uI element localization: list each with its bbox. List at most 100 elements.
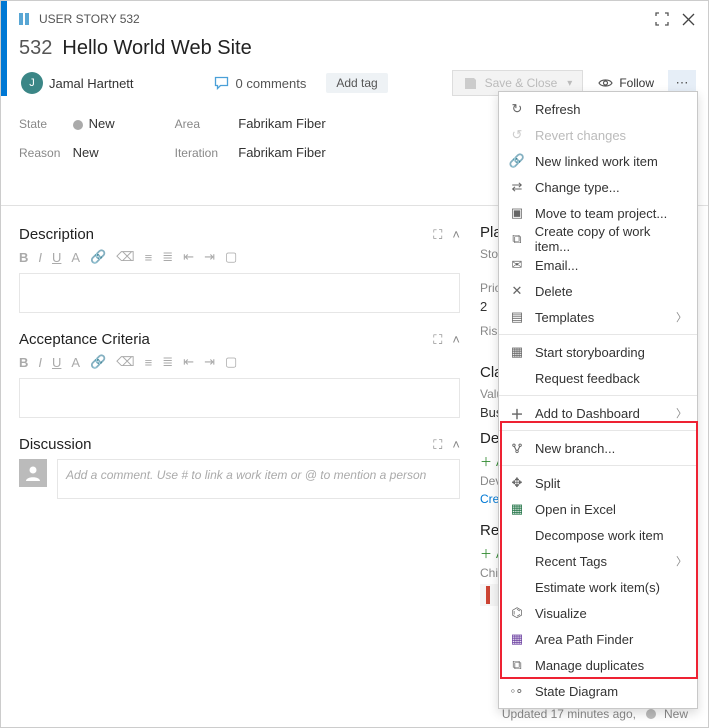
font-icon[interactable]: A — [71, 355, 80, 370]
actions-menu: ↻Refresh ↺Revert changes 🔗New linked wor… — [498, 91, 698, 709]
reason-value[interactable]: New — [73, 145, 99, 160]
state-dot-icon — [646, 709, 656, 719]
add-tag-button[interactable]: Add tag — [326, 73, 387, 93]
chevron-right-icon: 〉 — [676, 405, 687, 421]
user-story-icon — [17, 11, 33, 27]
menu-separator — [499, 430, 697, 431]
assignee[interactable]: J Jamal Hartnett — [21, 72, 134, 94]
menu-create-copy[interactable]: ⧉Create copy of work item... — [499, 226, 697, 252]
image-icon[interactable]: ▢ — [225, 354, 237, 370]
comments-count[interactable]: 0 comments — [214, 75, 307, 91]
branch-icon: 🜉 — [509, 435, 525, 461]
ellipsis-icon: ⋯ — [676, 75, 689, 91]
outdent-icon[interactable]: ⇤ — [183, 354, 194, 370]
link-icon[interactable]: 🔗 — [90, 249, 106, 265]
state-value[interactable]: New — [89, 116, 115, 131]
discussion-input[interactable]: Add a comment. Use # to link a work item… — [57, 459, 460, 499]
number-icon[interactable]: ≣ — [162, 249, 173, 265]
menu-state-diagram[interactable]: ◦∘State Diagram — [499, 678, 697, 704]
avatar-icon: J — [21, 72, 43, 94]
menu-delete[interactable]: ✕Delete — [499, 278, 697, 304]
menu-new-branch[interactable]: 🜉New branch... — [499, 435, 697, 461]
indent-icon[interactable]: ⇥ — [204, 354, 215, 370]
description-heading: Description — [19, 226, 94, 243]
save-icon — [463, 75, 479, 91]
menu-recent-tags[interactable]: Recent Tags〉 — [499, 548, 697, 574]
menu-email[interactable]: ✉Email... — [499, 252, 697, 278]
close-icon[interactable] — [680, 11, 696, 27]
bullet-icon[interactable]: ≡ — [145, 250, 153, 265]
expand-icon[interactable]: ⛶ — [433, 332, 442, 348]
delete-icon: ✕ — [509, 283, 525, 299]
bold-icon[interactable]: B — [19, 355, 28, 370]
state-dot-icon — [73, 120, 83, 130]
eye-icon — [597, 75, 613, 91]
number-icon[interactable]: ≣ — [162, 354, 173, 370]
area-value[interactable]: Fabrikam Fiber — [238, 116, 325, 131]
footer-status: New — [664, 707, 688, 721]
menu-separator — [499, 465, 697, 466]
fullscreen-icon[interactable] — [654, 11, 670, 27]
work-item-type-label: USER STORY 532 — [39, 12, 140, 26]
underline-icon[interactable]: U — [52, 250, 61, 265]
link-icon: 🔗 — [509, 153, 525, 169]
clear-icon[interactable]: ⌫ — [116, 354, 134, 370]
excel-icon: ▦ — [509, 501, 525, 517]
menu-area-path[interactable]: ▦Area Path Finder — [499, 626, 697, 652]
menu-move-team[interactable]: ▣Move to team project... — [499, 200, 697, 226]
plus-icon: ＋ — [509, 404, 525, 423]
menu-open-excel[interactable]: ▦Open in Excel — [499, 496, 697, 522]
diagram-icon: ◦∘ — [509, 683, 525, 699]
menu-visualize[interactable]: ⌬Visualize — [499, 600, 697, 626]
assignee-name: Jamal Hartnett — [49, 76, 134, 91]
chevron-right-icon: 〉 — [676, 553, 687, 569]
description-toolbar: B I U A 🔗 ⌫ ≡ ≣ ⇤ ⇥ ▢ — [19, 249, 460, 265]
image-icon[interactable]: ▢ — [225, 249, 237, 265]
link-icon[interactable]: 🔗 — [90, 354, 106, 370]
italic-icon[interactable]: I — [38, 355, 42, 370]
save-close-label: Save & Close — [485, 76, 558, 90]
menu-estimate[interactable]: Estimate work item(s) — [499, 574, 697, 600]
menu-refresh[interactable]: ↻Refresh — [499, 96, 697, 122]
chevron-up-icon[interactable]: ˄ — [452, 227, 460, 243]
expand-icon[interactable]: ⛶ — [433, 227, 442, 243]
iteration-value[interactable]: Fabrikam Fiber — [238, 145, 325, 160]
work-item-title[interactable]: Hello World Web Site — [62, 37, 251, 60]
menu-revert[interactable]: ↺Revert changes — [499, 122, 697, 148]
expand-icon[interactable]: ⛶ — [433, 437, 442, 453]
underline-icon[interactable]: U — [52, 355, 61, 370]
indent-icon[interactable]: ⇥ — [204, 249, 215, 265]
copy-icon: ⧉ — [509, 231, 525, 247]
description-input[interactable] — [19, 273, 460, 313]
menu-manage-duplicates[interactable]: ⧉Manage duplicates — [499, 652, 697, 678]
updated-label: Updated 17 minutes ago, — [502, 707, 636, 721]
acceptance-heading: Acceptance Criteria — [19, 331, 150, 348]
state-label: State — [19, 117, 69, 131]
email-icon: ✉ — [509, 257, 525, 273]
chevron-up-icon[interactable]: ˄ — [452, 437, 460, 453]
acceptance-input[interactable] — [19, 378, 460, 418]
menu-decompose[interactable]: Decompose work item — [499, 522, 697, 548]
bug-color-icon — [486, 586, 490, 604]
storyboard-icon: ▦ — [509, 344, 525, 360]
area-label: Area — [175, 117, 235, 131]
menu-change-type[interactable]: ⇄Change type... — [499, 174, 697, 200]
menu-split[interactable]: ✥Split — [499, 470, 697, 496]
bold-icon[interactable]: B — [19, 250, 28, 265]
menu-new-linked[interactable]: 🔗New linked work item — [499, 148, 697, 174]
menu-templates[interactable]: ▤Templates〉 — [499, 304, 697, 330]
clear-icon[interactable]: ⌫ — [116, 249, 134, 265]
visualize-icon: ⌬ — [509, 605, 525, 621]
italic-icon[interactable]: I — [38, 250, 42, 265]
bullet-icon[interactable]: ≡ — [145, 355, 153, 370]
menu-feedback[interactable]: Request feedback — [499, 365, 697, 391]
menu-add-dashboard[interactable]: ＋Add to Dashboard〉 — [499, 400, 697, 426]
chevron-up-icon[interactable]: ˄ — [452, 332, 460, 348]
menu-storyboard[interactable]: ▦Start storyboarding — [499, 339, 697, 365]
font-icon[interactable]: A — [71, 250, 80, 265]
plus-icon: ＋ — [480, 545, 492, 562]
outdent-icon[interactable]: ⇤ — [183, 249, 194, 265]
work-item-window: USER STORY 532 532 Hello World Web Site … — [0, 0, 709, 728]
follow-button[interactable]: Follow — [597, 75, 654, 91]
discussion-heading: Discussion — [19, 436, 92, 453]
